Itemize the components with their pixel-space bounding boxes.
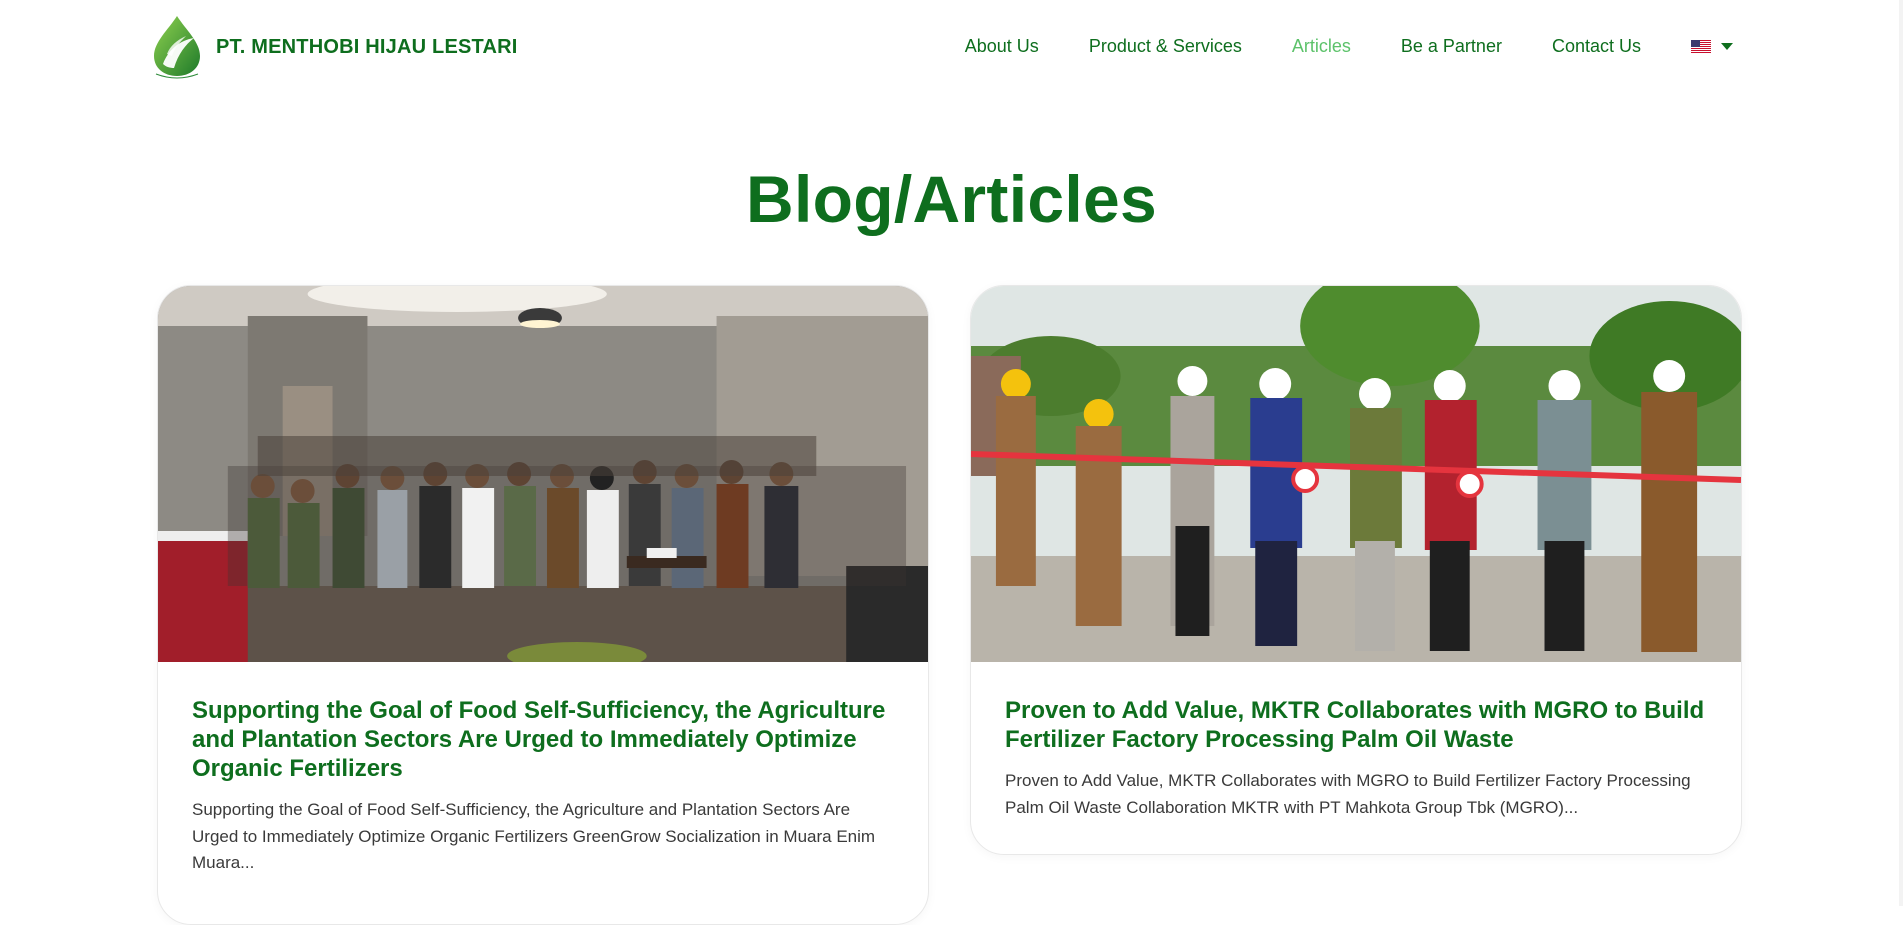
nav-item-product-services[interactable]: Product & Services bbox=[1089, 36, 1242, 57]
nav-item-about-us[interactable]: About Us bbox=[965, 36, 1039, 57]
main-nav: About Us Product & Services Articles Be … bbox=[915, 36, 1733, 57]
page-title: Blog/Articles bbox=[746, 162, 1157, 236]
article-excerpt: Supporting the Goal of Food Self-Suffici… bbox=[192, 800, 876, 872]
leaf-drop-logo-icon bbox=[154, 16, 200, 79]
article-title[interactable]: Proven to Add Value, MKTR Collaborates w… bbox=[1005, 696, 1707, 754]
nav-item-articles[interactable]: Articles bbox=[1292, 36, 1351, 57]
article-excerpt: Proven to Add Value, MKTR Collaborates w… bbox=[1005, 771, 1691, 817]
article-title[interactable]: Supporting the Goal of Food Self-Suffici… bbox=[192, 696, 894, 783]
scrollbar-track[interactable] bbox=[1899, 0, 1903, 906]
site-header: PT. MENTHOBI HIJAU LESTARI About Us Prod… bbox=[0, 0, 1903, 98]
nav-item-be-a-partner[interactable]: Be a Partner bbox=[1401, 36, 1502, 57]
nav-item-contact-us[interactable]: Contact Us bbox=[1552, 36, 1641, 57]
group-meeting-photo bbox=[158, 286, 928, 662]
language-selector[interactable] bbox=[1691, 40, 1733, 53]
brand-link[interactable]: PT. MENTHOBI HIJAU LESTARI bbox=[150, 14, 518, 80]
article-card[interactable]: Supporting the Goal of Food Self-Suffici… bbox=[157, 285, 929, 925]
us-flag-icon bbox=[1691, 40, 1711, 53]
article-card-body: Proven to Add Value, MKTR Collaborates w… bbox=[971, 662, 1741, 851]
chevron-down-icon bbox=[1721, 43, 1733, 50]
article-card[interactable]: Proven to Add Value, MKTR Collaborates w… bbox=[970, 285, 1742, 855]
brand-name: PT. MENTHOBI HIJAU LESTARI bbox=[216, 35, 518, 58]
ribbon-cutting-photo bbox=[971, 286, 1741, 662]
article-card-body: Supporting the Goal of Food Self-Suffici… bbox=[158, 662, 928, 907]
